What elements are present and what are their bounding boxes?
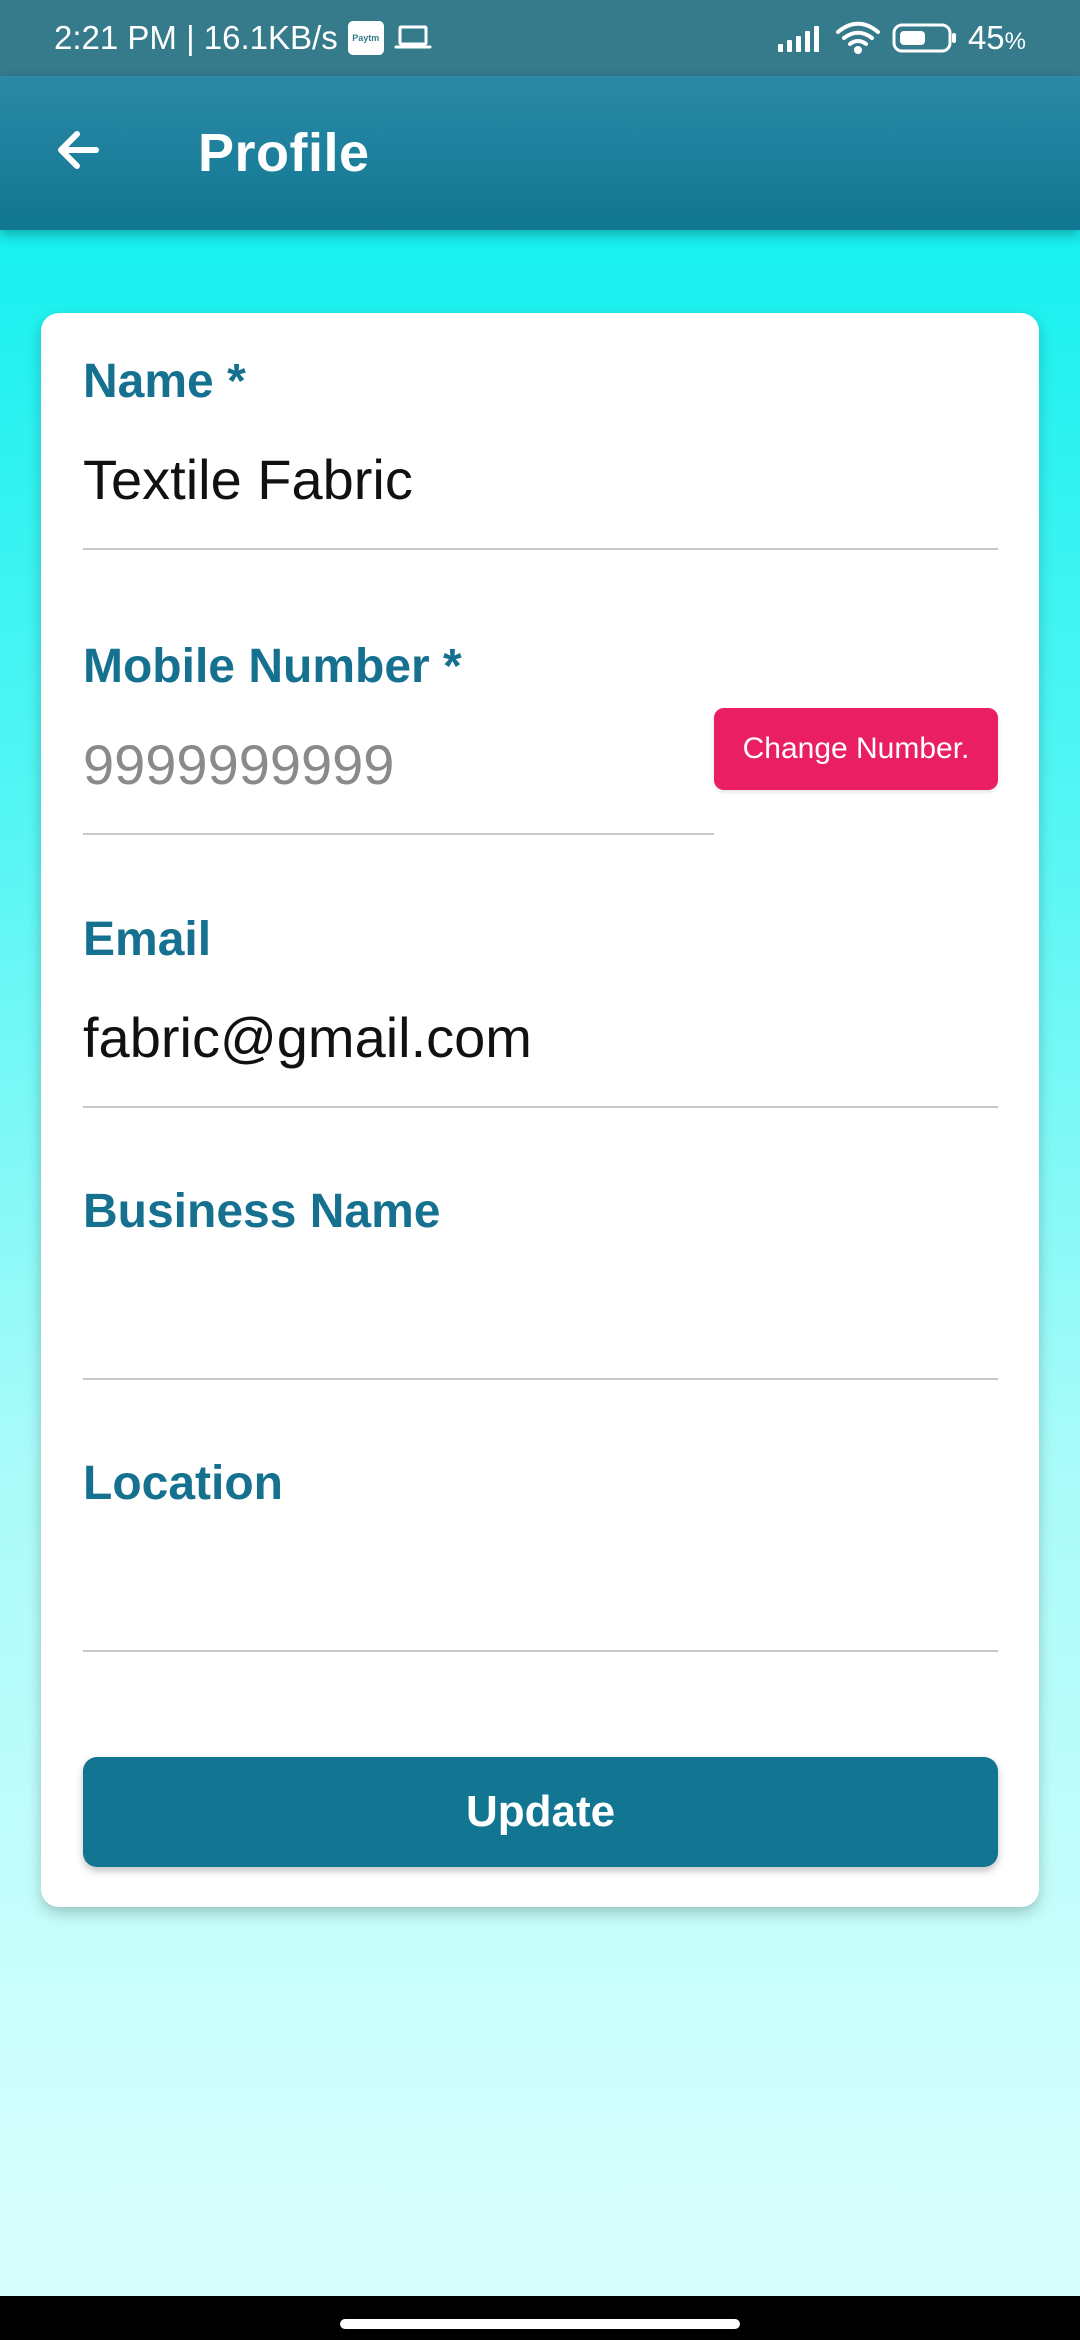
app-bar: Profile [0,76,1080,230]
name-label: Name * [83,355,246,408]
business-name-label: Business Name [83,1185,441,1238]
name-field[interactable]: Textile Fabric [83,448,413,512]
system-navigation-bar [0,2296,1080,2340]
change-number-button[interactable]: Change Number. [714,708,998,790]
home-indicator[interactable] [340,2319,740,2329]
battery-percent: 45 [967,19,1005,56]
laptop-icon [394,23,432,53]
battery-percent-symbol: % [1004,28,1026,55]
battery-icon [892,21,958,55]
paytm-icon: Paytm [347,21,384,55]
mobile-number-underline [83,833,714,835]
location-label: Location [83,1457,283,1510]
status-bar: 2:21 PM | 16.1KB/s Paytm 45% [0,0,1080,76]
wifi-icon [834,20,882,56]
email-field-underline [83,1106,998,1108]
status-right: 45% [776,19,1026,57]
business-name-underline [83,1378,998,1380]
email-label: Email [83,913,212,966]
page-title: Profile [198,123,370,183]
signal-icon [776,22,824,54]
email-field[interactable]: fabric@gmail.com [83,1006,532,1070]
status-left: 2:21 PM | 16.1KB/s Paytm [54,19,432,57]
arrow-left-icon [52,124,104,181]
update-button[interactable]: Update [83,1757,998,1867]
paytm-icon-text: Paytm [352,33,380,43]
back-button[interactable] [46,120,110,184]
name-field-underline [83,548,998,550]
profile-form-card: Name * Textile Fabric Mobile Number * 99… [41,313,1039,1907]
status-time-network: 2:21 PM | 16.1KB/s [54,19,338,56]
mobile-number-label: Mobile Number * [83,640,462,693]
battery-level: 45% [968,19,1026,57]
location-field[interactable] [83,1550,998,1614]
mobile-number-field[interactable]: 9999999999 [83,733,394,797]
location-field-underline [83,1650,998,1652]
business-name-field[interactable] [83,1278,998,1342]
